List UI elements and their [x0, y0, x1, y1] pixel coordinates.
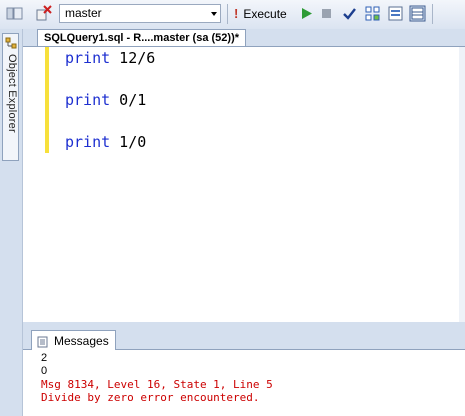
messages-tab[interactable]: Messages	[31, 330, 116, 351]
toolbar-separator	[432, 4, 433, 24]
output-line: 2	[41, 352, 48, 364]
error-line: Msg 8134, Level 16, State 1, Line 5	[41, 378, 273, 391]
vertical-scrollbar[interactable]	[459, 47, 465, 323]
output-line: 0	[41, 365, 48, 377]
object-explorer-label: Object Explorer	[6, 54, 18, 133]
parse-check-icon[interactable]	[341, 5, 358, 22]
stop-icon[interactable]	[318, 5, 335, 22]
document-tab-bar: SQLQuery1.sql - R....master (sa (52))*	[23, 29, 465, 47]
execute-icon: !	[234, 6, 239, 21]
messages-output: 2 0 Msg 8134, Level 16, State 1, Line 5 …	[23, 350, 465, 416]
results-tab-bar: Messages	[23, 327, 465, 351]
object-explorer-icon	[5, 37, 17, 49]
object-explorer-tab[interactable]: Object Explorer	[2, 33, 19, 161]
document-tab[interactable]: SQLQuery1.sql - R....master (sa (52))*	[37, 29, 247, 47]
change-connection-icon[interactable]	[35, 5, 52, 22]
change-marker	[45, 47, 49, 153]
database-select[interactable]: master	[59, 4, 221, 23]
chevron-down-icon	[211, 12, 217, 16]
error-line: Divide by zero error encountered.	[41, 391, 260, 404]
code-line: print 1/0	[65, 133, 146, 151]
code-expression: 12/6	[110, 49, 156, 67]
toggle-panel-icon[interactable]	[6, 5, 23, 22]
code-expression: 1/0	[110, 133, 147, 151]
results-to-text-icon[interactable]	[387, 5, 404, 22]
database-select-value: master	[65, 6, 102, 20]
debug-run-icon[interactable]	[298, 5, 315, 22]
execute-button[interactable]: ! Execute	[234, 4, 287, 24]
messages-icon	[37, 336, 48, 348]
query-options-icon[interactable]	[364, 5, 381, 22]
code-line: print 0/1	[65, 91, 146, 109]
messages-tab-label: Messages	[54, 334, 109, 348]
results-pane: Messages 2 0 Msg 8134, Level 16, State 1…	[23, 322, 465, 416]
code-expression: 0/1	[110, 91, 147, 109]
keyword-print: print	[65, 49, 111, 67]
keyword-print: print	[65, 91, 111, 109]
query-editor[interactable]: print 12/6 print 0/1 print 1/0	[23, 46, 465, 323]
execute-label: Execute	[243, 7, 287, 21]
toolbar-separator	[227, 4, 228, 24]
query-toolbar: master ! Execute	[0, 0, 465, 30]
code-line: print 12/6	[65, 49, 155, 67]
keyword-print: print	[65, 133, 111, 151]
results-to-grid-icon[interactable]	[409, 5, 426, 22]
left-dock-strip: Object Explorer	[0, 29, 23, 416]
